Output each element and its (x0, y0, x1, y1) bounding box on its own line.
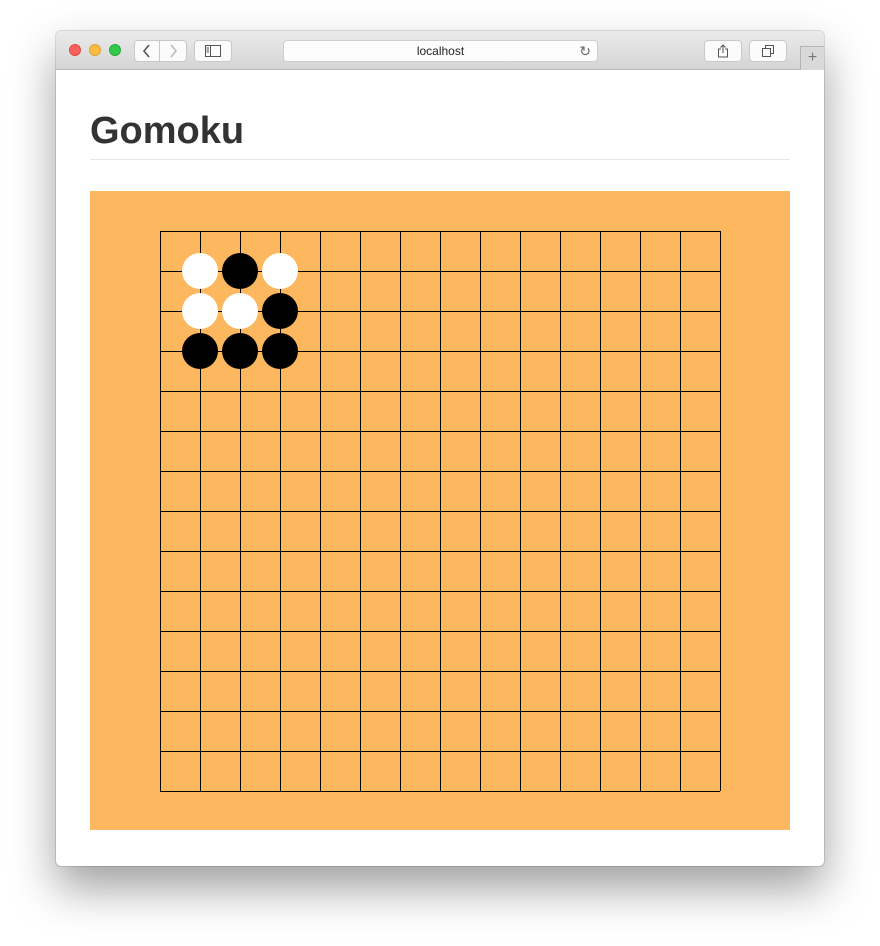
black-stone (222, 333, 258, 369)
reload-icon[interactable]: ↻ (579, 41, 591, 61)
chevron-left-icon (142, 44, 150, 58)
sidebar-icon (205, 45, 221, 57)
sidebar-toggle-button[interactable] (194, 40, 232, 62)
share-icon (718, 44, 728, 58)
address-bar[interactable]: localhost ↻ (283, 40, 598, 62)
page-title: Gomoku (90, 110, 245, 152)
zoom-window-button[interactable] (109, 44, 121, 56)
board-grid[interactable] (90, 191, 790, 830)
black-stone (222, 253, 258, 289)
black-stone (182, 333, 218, 369)
back-button[interactable] (134, 40, 160, 62)
title-divider (90, 159, 790, 160)
show-tabs-button[interactable] (749, 40, 787, 62)
tabs-icon (762, 45, 774, 57)
close-window-button[interactable] (69, 44, 81, 56)
share-button[interactable] (704, 40, 742, 62)
gomoku-board[interactable] (90, 191, 790, 830)
new-tab-button[interactable]: + (800, 46, 824, 70)
plus-icon: + (807, 49, 818, 66)
white-stone (182, 293, 218, 329)
white-stone (262, 253, 298, 289)
chevron-right-icon (170, 44, 178, 58)
browser-toolbar: localhost ↻ + (56, 31, 824, 70)
address-text: localhost (416, 44, 465, 58)
minimize-window-button[interactable] (89, 44, 101, 56)
forward-button[interactable] (160, 40, 187, 62)
black-stone (262, 333, 298, 369)
page-content: Gomoku (56, 70, 824, 866)
browser-window: localhost ↻ + Gomoku (56, 31, 824, 866)
white-stone (182, 253, 218, 289)
white-stone (222, 293, 258, 329)
black-stone (262, 293, 298, 329)
